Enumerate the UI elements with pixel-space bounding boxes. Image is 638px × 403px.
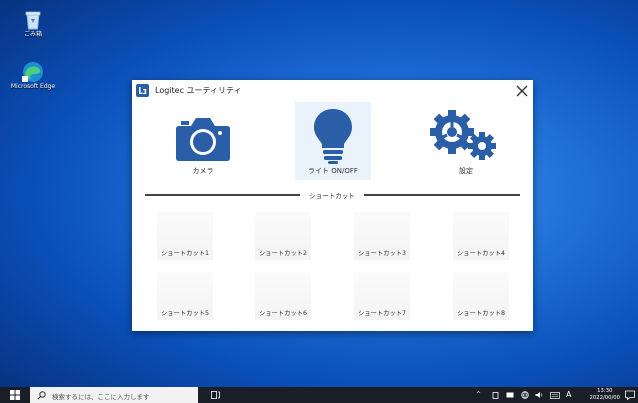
- desktop-icon-label: ごみ箱: [23, 31, 42, 38]
- bulb-icon: [314, 109, 352, 164]
- task-view-icon: [210, 391, 220, 399]
- title-bar[interactable]: Logitec ユーティリティ: [132, 80, 533, 102]
- shortcut-section-label: ショートカット: [302, 190, 362, 200]
- shortcut-button-5[interactable]: ショートカット5: [157, 272, 213, 320]
- desktop-icon-recycle-bin[interactable]: ごみ箱: [7, 9, 59, 39]
- taskbar: 検索するには、ここに入力します ^ A 13:30 2022/00/00: [0, 387, 638, 403]
- network-icon[interactable]: [521, 391, 529, 399]
- shortcut-button-8[interactable]: ショートカット8: [453, 272, 509, 320]
- clock-time: 13:30: [597, 388, 613, 394]
- gears-icon: [430, 110, 496, 160]
- tray-chevron-up-icon[interactable]: ^: [476, 391, 481, 398]
- shortcut-button-7[interactable]: ショートカット7: [354, 272, 410, 320]
- clock[interactable]: 13:30 2022/00/00: [589, 388, 620, 402]
- light-toggle-button[interactable]: ライト ON/OFF: [295, 102, 371, 180]
- camera-button[interactable]: カメラ: [165, 102, 241, 180]
- logitec-utility-dialog: Logitec ユーティリティ カメラ ライト ON/OFF 設定 ショートカッ…: [132, 80, 533, 331]
- light-toggle-label: ライト ON/OFF: [308, 167, 358, 175]
- volume-icon[interactable]: [535, 391, 544, 399]
- search-icon: [37, 391, 46, 400]
- window-title: Logitec ユーティリティ: [155, 86, 242, 95]
- shortcut-button-6[interactable]: ショートカット6: [255, 272, 311, 320]
- shortcut-divider-left: [145, 194, 300, 196]
- battery-icon[interactable]: [506, 392, 515, 398]
- shortcut-divider-right: [364, 194, 520, 196]
- start-button[interactable]: [0, 387, 30, 403]
- settings-button-label: 設定: [459, 167, 473, 175]
- recycle-bin-icon: [25, 11, 41, 30]
- clock-date: 2022/00/00: [589, 395, 620, 401]
- shortcut-label: ショートカット3: [357, 250, 407, 257]
- shortcut-label: ショートカット1: [160, 250, 210, 257]
- edge-icon: [22, 62, 43, 82]
- ime-indicator[interactable]: A: [566, 390, 571, 399]
- taskbar-search-box[interactable]: 検索するには、ここに入力します: [30, 387, 198, 403]
- system-tray: ^ A 13:30 2022/00/00: [468, 387, 638, 403]
- shortcut-label: ショートカット8: [456, 310, 506, 317]
- shortcut-label: ショートカット2: [258, 250, 308, 257]
- camera-icon: [176, 118, 230, 161]
- shortcut-label: ショートカット4: [456, 250, 506, 257]
- close-icon: [516, 85, 528, 97]
- shortcut-button-2[interactable]: ショートカット2: [255, 212, 311, 260]
- search-placeholder: 検索するには、ここに入力します: [52, 393, 150, 401]
- shortcut-button-4[interactable]: ショートカット4: [453, 212, 509, 260]
- shortcut-button-3[interactable]: ショートカット3: [354, 212, 410, 260]
- settings-button[interactable]: 設定: [428, 102, 504, 180]
- windows-logo-icon: [10, 390, 20, 400]
- task-view-button[interactable]: [208, 387, 222, 403]
- logitec-logo-icon: [136, 84, 149, 97]
- keyboard-icon[interactable]: [550, 392, 560, 399]
- desktop-icon-label: Microsoft Edge: [10, 83, 56, 90]
- shortcut-label: ショートカット5: [160, 310, 210, 317]
- device-icon[interactable]: [492, 392, 499, 399]
- camera-button-label: カメラ: [192, 167, 214, 175]
- notification-icon[interactable]: [624, 389, 636, 401]
- close-button[interactable]: [511, 80, 533, 102]
- desktop-icon-edge[interactable]: Microsoft Edge: [7, 61, 59, 91]
- shortcut-label: ショートカット6: [258, 310, 308, 317]
- shortcut-button-1[interactable]: ショートカット1: [157, 212, 213, 260]
- shortcut-label: ショートカット7: [357, 310, 407, 317]
